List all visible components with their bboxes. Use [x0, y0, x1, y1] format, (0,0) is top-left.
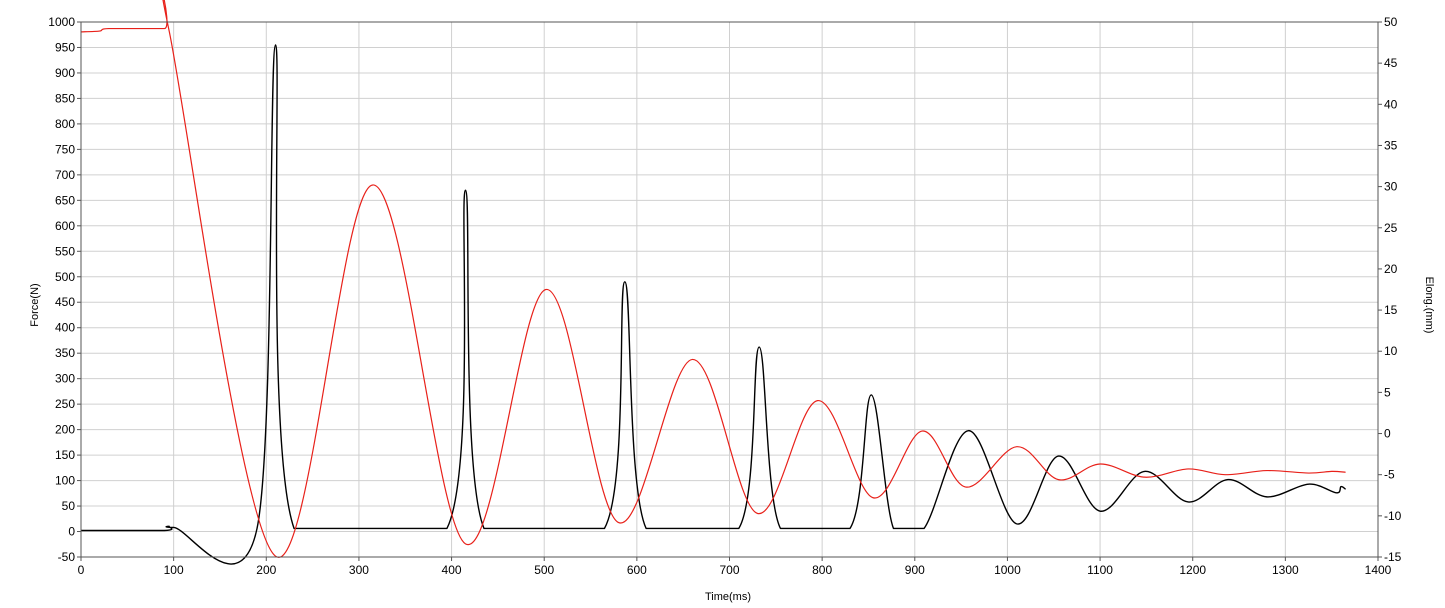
- x-tick-label: 700: [719, 563, 739, 577]
- y-right-tick-label: 50: [1384, 15, 1398, 29]
- y-right-tick-label: 40: [1384, 97, 1398, 111]
- y-right-tick-label: -15: [1384, 550, 1402, 564]
- y-left-tick-label: 700: [55, 168, 75, 182]
- y-left-tick-label: 200: [55, 423, 75, 437]
- elongation-series-line: [80, 0, 1346, 558]
- y-right-tick-label: 0: [1384, 427, 1391, 441]
- y-left-tick-label: 450: [55, 295, 75, 309]
- y-right-tick-label: 15: [1384, 303, 1398, 317]
- y-left-tick-label: 550: [55, 244, 75, 258]
- y-left-tick-label: 750: [55, 142, 75, 156]
- y-right-tick-label: -5: [1384, 468, 1395, 482]
- force-elongation-chart: 0 100 200 300 400 500 600 700 800 900 1000 1100 1200…: [29, 0, 1435, 603]
- y-left-tick-label: 0: [68, 525, 75, 539]
- y-left-tick-label: 950: [55, 40, 75, 54]
- x-axis-title: Time(ms): [705, 591, 751, 603]
- y-left-tick-label: 250: [55, 397, 75, 411]
- y-left-tick-label: 150: [55, 448, 75, 462]
- x-tick-label: 600: [627, 563, 647, 577]
- y-right-tick-label: 20: [1384, 262, 1398, 276]
- y-right-axis-title: Elong.(mm): [1423, 277, 1435, 334]
- y-left-axis-title: Force(N): [29, 283, 41, 326]
- y-right-tick-label: 10: [1384, 344, 1398, 358]
- x-tick-label: 1300: [1272, 563, 1299, 577]
- x-tick-label: 0: [78, 563, 85, 577]
- y-right-tick-label: 5: [1384, 385, 1391, 399]
- force-series-line: [80, 44, 1346, 565]
- y-right-tick-label: -10: [1384, 509, 1402, 523]
- y-right-tick-label: 25: [1384, 221, 1398, 235]
- y-left-tick-label: 500: [55, 270, 75, 284]
- y-left-tick-label: -50: [58, 550, 76, 564]
- y-right-tick-label: 30: [1384, 180, 1398, 194]
- x-tick-label: 400: [442, 563, 462, 577]
- y-left-tick-label: 600: [55, 219, 75, 233]
- y-left-tick-label: 350: [55, 346, 75, 360]
- y-left-tick-label: 300: [55, 372, 75, 386]
- grid: [80, 21, 1379, 558]
- y-left-tick-label: 100: [55, 474, 75, 488]
- y-left-tick-label: 850: [55, 91, 75, 105]
- x-tick-label: 300: [349, 563, 369, 577]
- x-tick-label: 500: [534, 563, 554, 577]
- x-tick-label: 900: [905, 563, 925, 577]
- y-left-tick-label: 1000: [48, 15, 75, 29]
- x-tick-label: 1000: [994, 563, 1021, 577]
- x-tick-label: 1400: [1365, 563, 1392, 577]
- x-tick-label: 1100: [1087, 563, 1113, 577]
- x-tick-label: 1200: [1179, 563, 1206, 577]
- y-left-tick-label: 900: [55, 66, 75, 80]
- y-right-tick-label: 35: [1384, 138, 1398, 152]
- x-tick-label: 800: [812, 563, 832, 577]
- y-right-tick-label: 45: [1384, 56, 1398, 70]
- x-tick-label: 100: [164, 563, 184, 577]
- y-left-tick-label: 50: [62, 499, 76, 513]
- y-left-tick-label: 800: [55, 117, 75, 131]
- x-tick-label: 200: [256, 563, 276, 577]
- y-left-tick-label: 400: [55, 321, 75, 335]
- series-lines: [80, 0, 1346, 565]
- y-left-tick-label: 650: [55, 193, 75, 207]
